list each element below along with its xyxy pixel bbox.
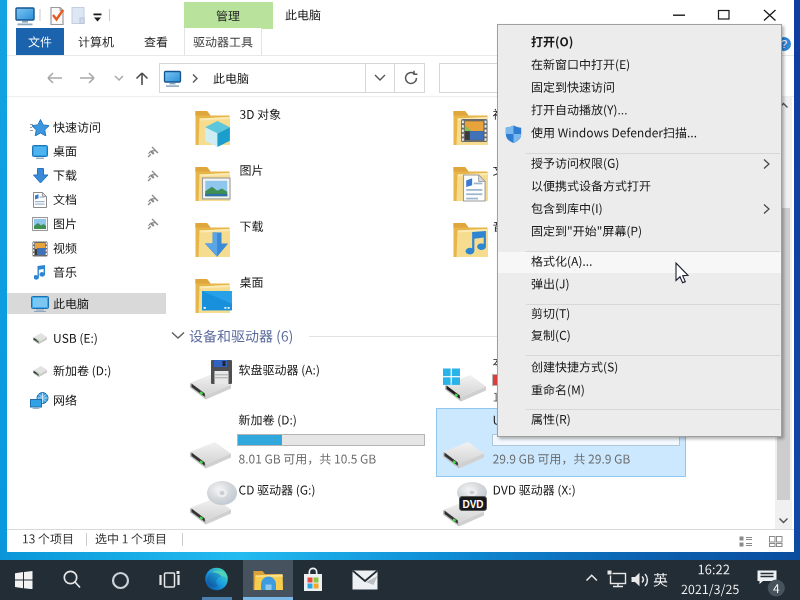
svg-text:DVD: DVD — [462, 499, 483, 510]
